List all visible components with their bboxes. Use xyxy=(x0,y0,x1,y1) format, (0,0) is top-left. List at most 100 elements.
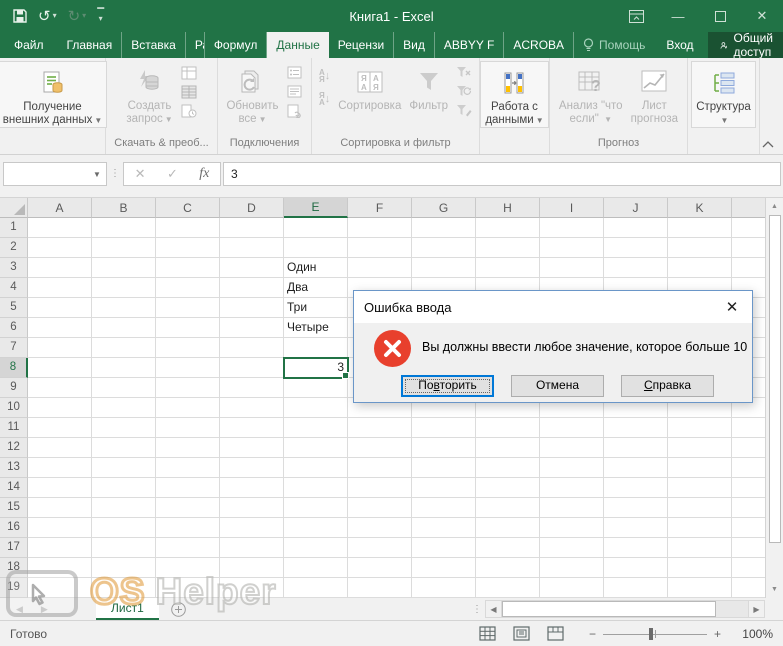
horizontal-scroll-thumb[interactable] xyxy=(502,601,716,617)
cell-F13[interactable] xyxy=(348,458,412,478)
tab-insert[interactable]: Вставка xyxy=(122,32,186,58)
customize-quick-access-button[interactable]: ▔▾ xyxy=(97,11,104,21)
cell-J13[interactable] xyxy=(604,458,668,478)
cell-B9[interactable] xyxy=(92,378,156,398)
row-header-4[interactable]: 4 xyxy=(0,278,28,298)
column-header-H[interactable]: H xyxy=(476,198,540,218)
row-header-15[interactable]: 15 xyxy=(0,498,28,518)
cell-D1[interactable] xyxy=(220,218,284,238)
cell-B7[interactable] xyxy=(92,338,156,358)
tab-file[interactable]: Файл xyxy=(0,32,58,58)
cell-H19[interactable] xyxy=(476,578,540,598)
cell-A16[interactable] xyxy=(28,518,92,538)
vertical-scroll-thumb[interactable] xyxy=(769,215,781,543)
sign-in-button[interactable]: Вход xyxy=(654,32,705,58)
cell-I11[interactable] xyxy=(540,418,604,438)
cell-D6[interactable] xyxy=(220,318,284,338)
column-header-K[interactable]: K xyxy=(668,198,732,218)
page-layout-view-button[interactable] xyxy=(513,625,531,643)
column-header-E[interactable]: E xyxy=(284,198,348,218)
cell-C16[interactable] xyxy=(156,518,220,538)
column-header-partial[interactable] xyxy=(732,198,765,218)
cell-I13[interactable] xyxy=(540,458,604,478)
cell-B1[interactable] xyxy=(92,218,156,238)
cell-F3[interactable] xyxy=(348,258,412,278)
confirm-entry-icon[interactable]: ✓ xyxy=(167,166,178,182)
row-header-10[interactable]: 10 xyxy=(0,398,28,418)
cell-B6[interactable] xyxy=(92,318,156,338)
cell-E6[interactable]: Четыре xyxy=(284,318,348,338)
cell-F2[interactable] xyxy=(348,238,412,258)
cell-B5[interactable] xyxy=(92,298,156,318)
cell-H14[interactable] xyxy=(476,478,540,498)
cell-C8[interactable] xyxy=(156,358,220,378)
row-header-13[interactable]: 13 xyxy=(0,458,28,478)
column-header-B[interactable]: B xyxy=(92,198,156,218)
cell-E7[interactable] xyxy=(284,338,348,358)
cell-J1[interactable] xyxy=(604,218,668,238)
cell-C2[interactable] xyxy=(156,238,220,258)
cell-B15[interactable] xyxy=(92,498,156,518)
cell-A15[interactable] xyxy=(28,498,92,518)
cell-G15[interactable] xyxy=(412,498,476,518)
cell-J16[interactable] xyxy=(604,518,668,538)
normal-view-button[interactable] xyxy=(479,625,497,643)
cell-A12[interactable] xyxy=(28,438,92,458)
undo-button[interactable]: ↺▾ xyxy=(38,9,57,24)
row-header-8[interactable]: 8 xyxy=(0,358,28,378)
cell-A10[interactable] xyxy=(28,398,92,418)
cell-K15[interactable] xyxy=(668,498,732,518)
next-sheet-icon[interactable]: ▶ xyxy=(41,604,48,615)
cell-D16[interactable] xyxy=(220,518,284,538)
cell-H1[interactable] xyxy=(476,218,540,238)
column-header-I[interactable]: I xyxy=(540,198,604,218)
cell-E10[interactable] xyxy=(284,398,348,418)
cell-G3[interactable] xyxy=(412,258,476,278)
cell-D2[interactable] xyxy=(220,238,284,258)
cell-E11[interactable] xyxy=(284,418,348,438)
retry-button[interactable]: Повторить xyxy=(401,375,494,397)
cell-E13[interactable] xyxy=(284,458,348,478)
cell-B10[interactable] xyxy=(92,398,156,418)
cell-partial-15[interactable] xyxy=(732,498,765,518)
cell-C10[interactable] xyxy=(156,398,220,418)
cell-K1[interactable] xyxy=(668,218,732,238)
cell-I17[interactable] xyxy=(540,538,604,558)
cell-partial-12[interactable] xyxy=(732,438,765,458)
page-break-view-button[interactable] xyxy=(547,625,565,643)
cell-C7[interactable] xyxy=(156,338,220,358)
cell-C1[interactable] xyxy=(156,218,220,238)
dialog-close-button[interactable]: ✕ xyxy=(712,291,752,323)
cell-F15[interactable] xyxy=(348,498,412,518)
cell-B13[interactable] xyxy=(92,458,156,478)
sheetbar-splitter[interactable]: ⋮ xyxy=(469,604,485,615)
cell-I19[interactable] xyxy=(540,578,604,598)
cell-A11[interactable] xyxy=(28,418,92,438)
cell-J15[interactable] xyxy=(604,498,668,518)
cell-G14[interactable] xyxy=(412,478,476,498)
cell-G12[interactable] xyxy=(412,438,476,458)
row-header-6[interactable]: 6 xyxy=(0,318,28,338)
cell-H11[interactable] xyxy=(476,418,540,438)
cell-E14[interactable] xyxy=(284,478,348,498)
cell-G1[interactable] xyxy=(412,218,476,238)
cell-A2[interactable] xyxy=(28,238,92,258)
cell-B14[interactable] xyxy=(92,478,156,498)
cell-J12[interactable] xyxy=(604,438,668,458)
cell-C12[interactable] xyxy=(156,438,220,458)
cell-K16[interactable] xyxy=(668,518,732,538)
cell-A19[interactable] xyxy=(28,578,92,598)
cell-D18[interactable] xyxy=(220,558,284,578)
cell-C5[interactable] xyxy=(156,298,220,318)
data-tools-button[interactable]: Работа с данными▼ xyxy=(480,61,548,128)
cell-B8[interactable] xyxy=(92,358,156,378)
cell-C13[interactable] xyxy=(156,458,220,478)
cancel-entry-icon[interactable]: ✕ xyxy=(135,166,146,182)
cell-E1[interactable] xyxy=(284,218,348,238)
cell-D14[interactable] xyxy=(220,478,284,498)
column-header-F[interactable]: F xyxy=(348,198,412,218)
cell-K19[interactable] xyxy=(668,578,732,598)
row-header-1[interactable]: 1 xyxy=(0,218,28,238)
cell-C11[interactable] xyxy=(156,418,220,438)
column-header-C[interactable]: C xyxy=(156,198,220,218)
